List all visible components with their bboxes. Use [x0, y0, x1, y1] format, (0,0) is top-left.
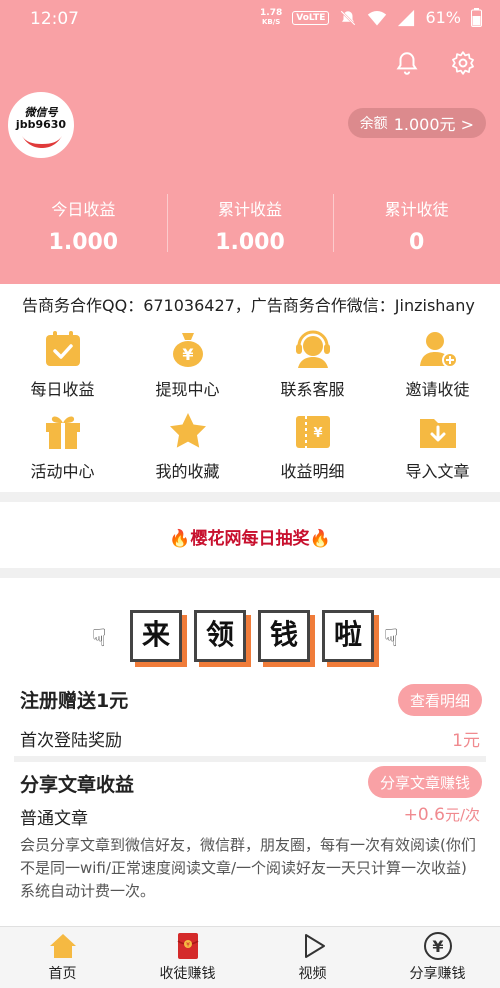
tab-video[interactable]: 视频	[250, 927, 375, 988]
register-bonus-value: 1元	[452, 731, 480, 751]
stat-today-earnings[interactable]: 今日收益 1.000	[0, 190, 167, 256]
grid-item-favorites[interactable]: 我的收藏	[125, 402, 250, 484]
grid-item-label: 收益明细	[280, 462, 345, 481]
gift-icon	[45, 416, 80, 449]
view-details-button[interactable]: 查看明细	[397, 684, 482, 716]
grid-item-label: 每日收益	[30, 380, 95, 399]
grid-item-label: 提现中心	[155, 380, 220, 399]
register-bonus-title: 注册赠送1元	[20, 690, 129, 712]
volte-badge: VoLTE	[292, 10, 330, 25]
share-value-unit: 元/次	[444, 806, 480, 824]
stat-total-apprentices[interactable]: 累计收徒 0	[333, 190, 500, 256]
network-speed-unit: KB/S	[261, 17, 281, 26]
banner-char: 来	[130, 610, 182, 662]
star-icon	[169, 413, 206, 448]
svg-text:¥: ¥	[313, 426, 322, 441]
stat-value: 1.000	[215, 230, 285, 255]
tab-recruit-earn[interactable]: ¥ 收徒赚钱	[125, 927, 250, 988]
svg-text:¥: ¥	[182, 345, 193, 364]
register-bonus-subtitle: 首次登陆奖励	[20, 731, 122, 751]
calendar-check-icon	[45, 331, 80, 366]
wifi-icon	[368, 10, 387, 25]
svg-text:¥: ¥	[432, 937, 443, 956]
tab-label: 收徒赚钱	[159, 966, 216, 982]
grid-item-customer-service[interactable]: 联系客服	[250, 320, 375, 402]
grid-item-label: 我的收藏	[155, 462, 220, 481]
stat-label: 累计收徒	[384, 200, 449, 219]
tab-label: 视频	[298, 966, 327, 982]
pointing-hand-right-icon: ☟	[384, 624, 399, 652]
ticket-icon: ¥	[295, 416, 330, 448]
lottery-title: 🔥樱花网每日抽奖🔥	[169, 529, 331, 549]
stat-label: 今日收益	[51, 200, 116, 219]
grid-item-withdraw[interactable]: ¥ 提现中心	[125, 320, 250, 402]
bell-icon[interactable]	[394, 50, 420, 76]
share-earnings-value: +0.6元/次	[404, 804, 480, 825]
avatar-wechat-id: jbb9630	[15, 118, 67, 131]
pointing-hand-left-icon: ☟	[92, 624, 107, 652]
daily-lottery-banner[interactable]: 🔥樱花网每日抽奖🔥	[0, 502, 500, 568]
stat-total-earnings[interactable]: 累计收益 1.000	[166, 190, 334, 256]
mute-icon	[340, 9, 356, 26]
grid-item-import-article[interactable]: 导入文章	[375, 402, 500, 484]
grid-item-label: 活动中心	[30, 462, 95, 481]
grid-item-activity-center[interactable]: 活动中心	[0, 402, 125, 484]
announcement-text: 告商务合作QQ：671036427，广告商务合作微信：Jinzishany	[22, 296, 475, 315]
money-bag-icon: ¥	[172, 333, 203, 367]
header-actions	[394, 50, 476, 76]
share-value-amount: +0.6	[403, 805, 445, 825]
status-icons: 1.78 KB/S VoLTE 61%	[260, 8, 482, 27]
battery-icon	[471, 8, 482, 27]
share-earnings-description: 会员分享文章到微信好友，微信群，朋友圈，每有一次有效阅读(你们不是同一wifi/…	[20, 836, 476, 900]
stat-value: 1.000	[48, 230, 119, 255]
balance-label: 余额	[359, 116, 388, 132]
gear-icon[interactable]	[450, 50, 476, 76]
grid-item-earnings-detail[interactable]: ¥ 收益明细	[250, 402, 375, 484]
grid-item-label: 导入文章	[405, 462, 470, 481]
tab-share-earn[interactable]: ¥ 分享赚钱	[375, 927, 500, 988]
tab-label: 首页	[48, 966, 77, 982]
stat-value: 0	[409, 230, 425, 255]
grid-item-invite[interactable]: 邀请收徒	[375, 320, 500, 402]
play-icon	[304, 934, 325, 958]
balance-button[interactable]: 余额 1.000元 >	[347, 108, 486, 138]
home-icon	[49, 934, 76, 958]
share-earnings-subtitle: 普通文章	[20, 809, 88, 829]
yen-coin-icon: ¥	[423, 932, 452, 960]
banner-char: 啦	[322, 610, 374, 662]
header: 12:07 1.78 KB/S VoLTE 61% 微信号 jbb9630 余额…	[0, 0, 500, 284]
tab-home[interactable]: 首页	[0, 927, 125, 988]
headset-icon	[295, 330, 330, 368]
stat-label: 累计收益	[218, 200, 283, 219]
balance-value: 1.000元 >	[393, 115, 474, 134]
grid-item-label: 联系客服	[280, 380, 345, 399]
bottom-tab-bar: 首页 ¥ 收徒赚钱 视频 ¥ 分享赚钱	[0, 926, 500, 988]
banner-char: 领	[194, 610, 246, 662]
announcement-marquee: 告商务合作QQ：671036427，广告商务合作微信：Jinzishany	[0, 284, 500, 320]
come-get-money-banner: ☟ 来 领 钱 啦 ☟	[92, 610, 408, 664]
red-envelope-icon: ¥	[177, 933, 198, 959]
battery-percent: 61%	[425, 8, 461, 27]
divider	[14, 756, 486, 762]
status-bar: 12:07 1.78 KB/S VoLTE 61%	[0, 0, 500, 38]
avatar[interactable]: 微信号 jbb9630	[8, 92, 74, 158]
share-earnings-title: 分享文章收益	[20, 774, 135, 796]
folder-download-icon	[419, 419, 456, 448]
banner-char: 钱	[258, 610, 310, 662]
feature-grid: 每日收益 ¥ 提现中心 联系客服 邀请收徒 活动中心 我的收藏 ¥ 收益明细 导…	[0, 320, 500, 492]
network-speed: 1.78 KB/S	[260, 7, 283, 27]
network-speed-value: 1.78	[260, 7, 283, 18]
tab-label: 分享赚钱	[409, 966, 466, 982]
stats-row: 今日收益 1.000 累计收益 1.000 累计收徒 0	[0, 190, 500, 256]
signal-icon	[398, 9, 415, 26]
add-user-icon	[419, 332, 458, 368]
hands-icon	[22, 136, 62, 148]
svg-text:¥: ¥	[186, 942, 190, 949]
reward-card: ☟ 来 领 钱 啦 ☟ 注册赠送1元 查看明细 首次登陆奖励 1元 分享文章收益…	[0, 578, 500, 926]
share-article-button[interactable]: 分享文章赚钱	[367, 766, 482, 798]
grid-item-daily-earnings[interactable]: 每日收益	[0, 320, 125, 402]
status-time: 12:07	[30, 9, 79, 29]
grid-item-label: 邀请收徒	[405, 380, 470, 399]
